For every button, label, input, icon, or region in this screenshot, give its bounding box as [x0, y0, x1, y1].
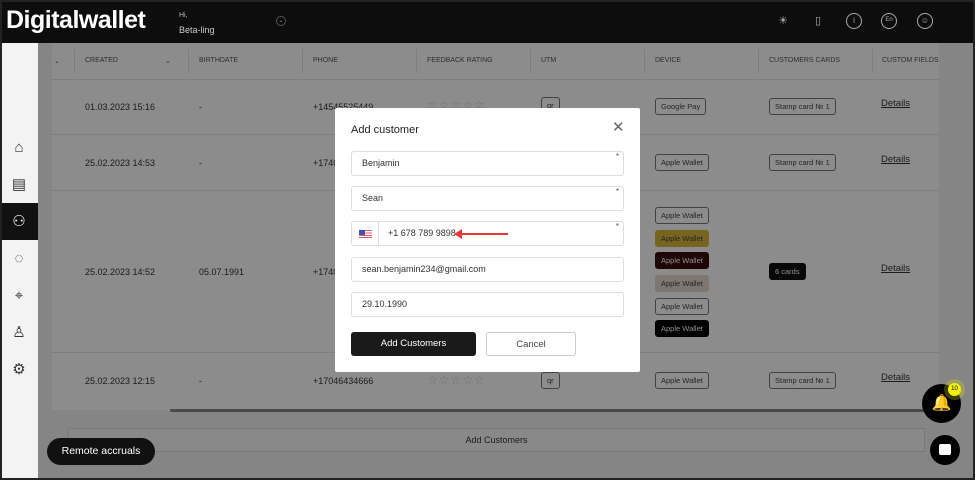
- remote-accruals-button[interactable]: Remote accruals: [47, 438, 155, 465]
- chat-icon[interactable]: ◌: [0, 240, 38, 277]
- dialog-title: Add customer: [351, 124, 419, 136]
- notification-count-badge: 10: [948, 383, 961, 396]
- chevron-down-icon[interactable]: ⌄: [276, 16, 286, 26]
- phone-icon[interactable]: ▯: [810, 13, 826, 29]
- user-icon[interactable]: ♙: [0, 314, 38, 351]
- user-name[interactable]: Beta-ling: [179, 25, 215, 35]
- required-mark: *: [615, 187, 619, 196]
- sidebar: ⌂ ▤ ⚇ ◌ ⌖ ♙ ⚙: [0, 43, 38, 480]
- email-field[interactable]: sean.benjamin234@gmail.com: [351, 257, 624, 282]
- phone-value: +1 678 789 9898: [388, 228, 456, 238]
- customers-icon[interactable]: ⚇: [0, 203, 38, 240]
- required-mark: *: [615, 222, 619, 231]
- last-name-field[interactable]: Sean *: [351, 186, 624, 211]
- avatar[interactable]: ☺: [917, 13, 933, 29]
- birthdate-field[interactable]: 29.10.1990: [351, 292, 624, 317]
- last-name-value: Sean: [362, 193, 384, 203]
- location-icon[interactable]: ⌖: [0, 277, 38, 314]
- terminal-icon[interactable]: ▤: [0, 166, 38, 203]
- us-flag-icon[interactable]: [352, 222, 379, 245]
- close-icon[interactable]: ✕: [612, 120, 625, 135]
- add-customers-button[interactable]: Add Customers: [351, 332, 476, 356]
- required-mark: *: [615, 152, 619, 161]
- chat-widget-icon[interactable]: [930, 435, 960, 465]
- first-name-field[interactable]: Benjamin *: [351, 151, 624, 176]
- cancel-button[interactable]: Cancel: [486, 332, 576, 356]
- language-button[interactable]: En: [881, 13, 897, 29]
- info-icon[interactable]: i: [846, 13, 862, 29]
- settings-icon[interactable]: ⚙: [0, 351, 38, 388]
- top-header: Digitalwallet Hi, Beta-ling ⌄ ☀ ▯ i En ☺: [0, 0, 975, 43]
- red-arrow-annotation-icon: [454, 229, 508, 239]
- greeting: Hi,: [179, 12, 188, 19]
- first-name-value: Benjamin: [362, 158, 400, 168]
- add-customer-dialog: Add customer ✕ Benjamin * Sean * +1 678 78…: [335, 108, 640, 372]
- logo: Digitalwallet: [6, 6, 146, 34]
- phone-field[interactable]: +1 678 789 9898 *: [351, 221, 624, 246]
- home-icon[interactable]: ⌂: [0, 129, 38, 166]
- lightbulb-icon[interactable]: ☀: [775, 13, 791, 29]
